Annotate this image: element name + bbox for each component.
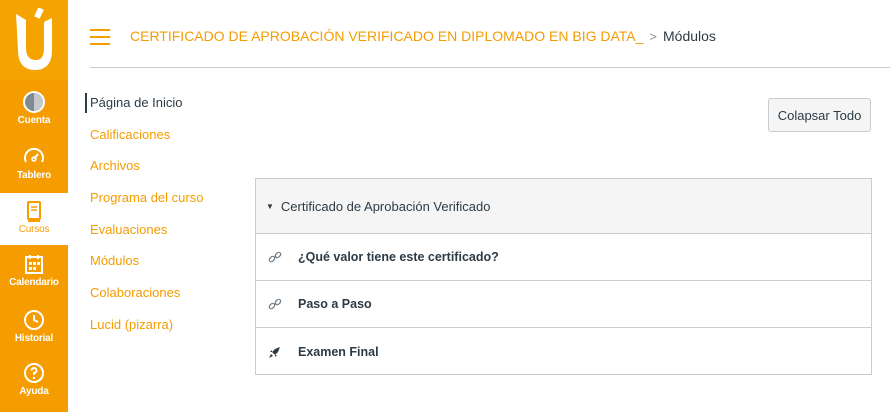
module-item[interactable]: Paso a Paso xyxy=(256,281,871,328)
link-icon xyxy=(268,298,282,310)
logo-icon xyxy=(16,8,52,70)
nav-account[interactable]: Cuenta xyxy=(0,84,68,136)
module-item[interactable]: Examen Final xyxy=(256,328,871,375)
module-header[interactable]: ▼ Certificado de Aprobación Verificado xyxy=(256,179,871,234)
breadcrumb-separator: > xyxy=(649,29,658,44)
breadcrumb: CERTIFICADO DE APROBACIÓN VERIFICADO EN … xyxy=(130,28,716,44)
course-nav-grades[interactable]: Calificaciones xyxy=(88,125,238,157)
nav-help-label: Ayuda xyxy=(19,386,49,397)
breadcrumb-current: Módulos xyxy=(663,28,716,44)
breadcrumb-course-link[interactable]: CERTIFICADO DE APROBACIÓN VERIFICADO EN … xyxy=(130,28,643,44)
dashboard-gauge-icon xyxy=(24,147,44,163)
module-item-title[interactable]: Examen Final xyxy=(298,345,379,359)
account-avatar-icon xyxy=(23,91,45,113)
page-header: CERTIFICADO DE APROBACIÓN VERIFICADO EN … xyxy=(68,0,890,68)
nav-calendar[interactable]: Calendario xyxy=(0,246,68,298)
course-nav-home[interactable]: Página de Inicio xyxy=(85,93,238,113)
module-panel: ▼ Certificado de Aprobación Verificado ¿… xyxy=(255,178,872,375)
course-nav-syllabus[interactable]: Programa del curso xyxy=(88,188,238,220)
course-nav-modules[interactable]: Módulos xyxy=(88,251,238,283)
nav-dashboard-label: Tablero xyxy=(17,170,51,181)
nav-dashboard[interactable]: Tablero xyxy=(0,139,68,191)
quiz-rocket-icon xyxy=(269,346,280,358)
course-nav-assessments[interactable]: Evaluaciones xyxy=(88,220,238,252)
clock-icon xyxy=(24,310,44,330)
link-icon xyxy=(268,251,282,263)
course-nav-lucid[interactable]: Lucid (pizarra) xyxy=(88,315,238,347)
help-icon xyxy=(24,363,44,383)
course-nav-collaborations[interactable]: Colaboraciones xyxy=(88,283,238,315)
nav-help[interactable]: Ayuda xyxy=(0,355,68,407)
global-navigation: Cuenta Tablero Cursos Calendario Histori… xyxy=(0,0,68,412)
header-divider xyxy=(90,67,890,68)
nav-courses[interactable]: Cursos xyxy=(0,193,68,245)
nav-calendar-label: Calendario xyxy=(9,277,59,288)
course-navigation: Página de Inicio Calificaciones Archivos… xyxy=(85,93,238,347)
book-icon xyxy=(27,201,41,222)
module-item-title[interactable]: ¿Qué valor tiene este certificado? xyxy=(298,250,499,264)
collapse-triangle-icon[interactable]: ▼ xyxy=(266,202,274,211)
module-item-title[interactable]: Paso a Paso xyxy=(298,297,372,311)
hamburger-menu-icon[interactable] xyxy=(90,29,110,45)
module-title: Certificado de Aprobación Verificado xyxy=(280,198,491,214)
nav-courses-label: Cursos xyxy=(18,224,50,235)
module-item[interactable]: ¿Qué valor tiene este certificado? xyxy=(256,234,871,281)
calendar-icon xyxy=(25,255,43,274)
institution-logo[interactable] xyxy=(0,0,68,80)
nav-history[interactable]: Historial xyxy=(0,302,68,354)
nav-account-label: Cuenta xyxy=(17,115,51,126)
collapse-all-button[interactable]: Colapsar Todo xyxy=(768,98,871,132)
course-nav-files[interactable]: Archivos xyxy=(88,156,238,188)
nav-history-label: Historial xyxy=(14,333,54,344)
